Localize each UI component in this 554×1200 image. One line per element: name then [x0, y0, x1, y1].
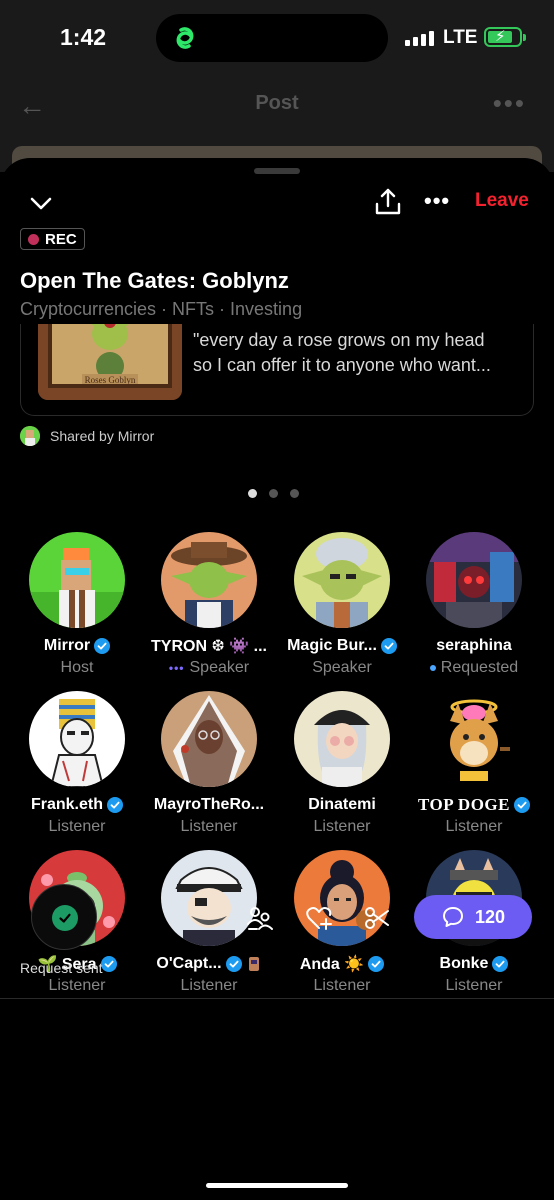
avatar [161, 532, 257, 628]
avatar [426, 532, 522, 628]
participant-magic-bur[interactable]: Magic Bur... Speaker [275, 532, 409, 678]
home-indicator[interactable] [206, 1183, 348, 1188]
participant-role: Listener [445, 977, 503, 994]
participant-name: Mirror [43, 637, 91, 654]
mirror-avatar-small [20, 426, 40, 446]
bottom-divider [0, 998, 554, 999]
avatar [29, 691, 125, 787]
participant-name: Magic Bur... [287, 637, 377, 654]
requested-indicator-icon [429, 665, 436, 671]
shared-by-text: Shared by Mirror [50, 428, 155, 444]
participant-name: O'Capt... [156, 955, 222, 972]
participant-role: Listener [180, 818, 238, 835]
participant-role: Listener [48, 977, 106, 994]
sheet-grabber[interactable] [254, 168, 300, 174]
checkmark-icon [52, 905, 78, 931]
shared-post-line-2: so I can offer it to anyone who want... [193, 355, 491, 375]
avatar [29, 532, 125, 628]
participant-role: Speaker [189, 659, 250, 676]
status-bar: 1:42 LTE ⚡ [0, 0, 554, 76]
link-icon [176, 27, 194, 49]
share-icon[interactable] [372, 186, 404, 218]
comment-count: 120 [474, 906, 506, 927]
avatar [294, 532, 390, 628]
verified-badge-icon [492, 956, 509, 972]
participant-frank-eth[interactable]: Frank.eth Listener [10, 691, 144, 837]
request-sent-button[interactable] [31, 884, 97, 950]
participant-role: Listener [180, 977, 238, 994]
shared-post-text: "every day a rose grows on my head so I … [193, 328, 523, 378]
participant-seraphina[interactable]: seraphina Requested [407, 532, 541, 678]
verified-badge-icon [368, 956, 385, 972]
post-header: ← Post ••• [0, 76, 554, 132]
participant-name: seraphina [436, 637, 512, 654]
space-sheet: ••• Leave REC Roses Goblyn "every day a … [0, 158, 554, 1200]
status-time: 1:42 [60, 24, 107, 50]
participant-dinatemi[interactable]: Dinatemi Listener [275, 691, 409, 837]
participant-role: Listener [445, 818, 503, 835]
affiliate-badge-icon [248, 957, 259, 971]
shared-post-card[interactable]: Roses Goblyn "every day a rose grows on … [20, 308, 534, 416]
page-dot-2[interactable] [269, 489, 278, 498]
heart-plus-icon[interactable] [305, 904, 333, 932]
comment-icon [442, 907, 463, 927]
participant-name: Bonke [439, 955, 489, 972]
network-label: LTE [443, 27, 478, 48]
participant-top-doge[interactable]: TOP DOGE Listener [407, 691, 541, 837]
avatar [294, 691, 390, 787]
leave-button[interactable]: Leave [475, 190, 529, 212]
chevron-down-icon[interactable] [28, 190, 54, 216]
speaking-indicator-icon: ••• [168, 661, 185, 675]
participant-role: Listener [313, 977, 371, 994]
participant-role: Listener [48, 818, 106, 835]
participant-name: TYRON ❆ 👾 ... [151, 638, 267, 655]
participant-mirror[interactable]: Mirror Host [10, 532, 144, 678]
shared-by[interactable]: Shared by Mirror [20, 426, 154, 446]
participant-mayrotheRo[interactable]: MayroTheRo... Listener [142, 691, 276, 837]
battery-icon: ⚡ [484, 27, 526, 47]
svg-text:Roses Goblyn: Roses Goblyn [85, 375, 136, 385]
page-indicator[interactable] [248, 489, 299, 498]
participant-role: Host [60, 659, 94, 676]
scissors-icon[interactable] [363, 904, 391, 932]
avatar [161, 850, 257, 946]
verified-badge-icon [225, 956, 242, 972]
recording-dot-icon [28, 233, 39, 245]
verified-badge-icon [94, 638, 111, 654]
people-icon[interactable] [246, 904, 274, 932]
signal-icon [405, 30, 434, 46]
more-options-icon[interactable]: ••• [424, 188, 450, 214]
space-topics: Cryptocurrencies · NFTs · Investing [20, 299, 303, 319]
page-dot-1[interactable] [248, 489, 257, 498]
post-title: Post [255, 92, 299, 114]
avatar [161, 691, 257, 787]
participant-role: Listener [313, 818, 371, 835]
verified-badge-icon [380, 638, 397, 654]
participant-name: MayroTheRo... [153, 796, 265, 813]
participant-name: Anda ☀️ [299, 956, 365, 973]
shared-post-line-1: "every day a rose grows on my head [193, 330, 485, 350]
request-sent-label: Request sent [20, 960, 103, 976]
verified-badge-icon [107, 797, 123, 813]
avatar [426, 691, 522, 787]
space-title: Open The Gates: Goblynz [20, 268, 289, 293]
more-icon: ••• [492, 88, 526, 118]
participant-name: TOP DOGE [417, 795, 510, 814]
page-dot-3[interactable] [290, 489, 299, 498]
participant-tyron[interactable]: TYRON ❆ 👾 ... ••• Speaker [142, 532, 276, 678]
participant-role: Speaker [312, 659, 372, 676]
rec-badge: REC [20, 228, 85, 250]
comments-button[interactable]: 120 [414, 895, 532, 939]
participant-role: Requested [440, 659, 519, 676]
participant-name: Frank.eth [30, 796, 103, 813]
dynamic-island [156, 14, 388, 62]
verified-badge-icon [514, 797, 530, 813]
participant-name: Dinatemi [308, 796, 376, 813]
rec-label: REC [45, 230, 77, 248]
